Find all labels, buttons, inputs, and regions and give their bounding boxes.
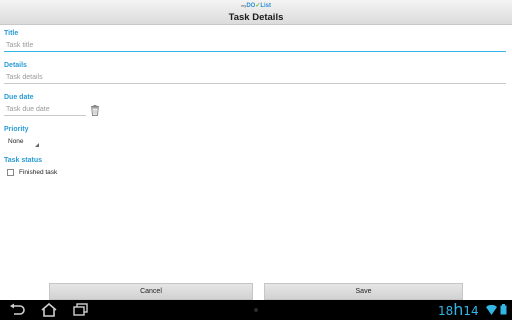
- app-logo: myDO✓List: [0, 2, 512, 10]
- wifi-icon: [486, 305, 497, 315]
- priority-select[interactable]: None: [8, 137, 42, 149]
- dropdown-arrow-icon: [35, 143, 39, 147]
- due-date-label: Due date: [4, 94, 34, 101]
- finished-task-checkbox[interactable]: [7, 169, 14, 176]
- trash-icon[interactable]: [90, 105, 100, 116]
- save-button[interactable]: Save: [264, 283, 463, 300]
- status-clock: 18h14: [438, 301, 479, 320]
- details-input-underline: [4, 83, 506, 84]
- center-dot: [254, 308, 258, 312]
- priority-value: None: [8, 138, 24, 145]
- clock-minutes: 14: [463, 304, 479, 318]
- details-input[interactable]: Task details: [6, 73, 506, 83]
- recent-apps-icon[interactable]: [72, 303, 90, 317]
- due-date-underline: [4, 115, 86, 116]
- logo-list: List: [260, 3, 272, 9]
- finished-task-label[interactable]: Finished task: [19, 168, 57, 177]
- battery-icon: [500, 304, 507, 315]
- title-label: Title: [4, 30, 19, 37]
- back-icon[interactable]: [8, 303, 26, 317]
- logo-do: DO: [246, 3, 256, 9]
- due-date-input[interactable]: Task due date: [6, 105, 86, 115]
- cancel-button[interactable]: Cancel: [49, 283, 253, 300]
- clock-h: h: [453, 300, 464, 319]
- clock-hour: 18: [438, 304, 454, 318]
- page-title: Task Details: [228, 12, 284, 23]
- home-icon[interactable]: [40, 303, 58, 317]
- system-navigation-bar: 18h14: [0, 300, 512, 320]
- details-label: Details: [4, 62, 27, 69]
- priority-label: Priority: [4, 126, 29, 133]
- title-input[interactable]: Task title: [6, 41, 506, 51]
- title-input-underline: [4, 51, 506, 52]
- task-status-label: Task status: [4, 157, 42, 164]
- action-bar: myDO✓List Task Details: [0, 0, 512, 25]
